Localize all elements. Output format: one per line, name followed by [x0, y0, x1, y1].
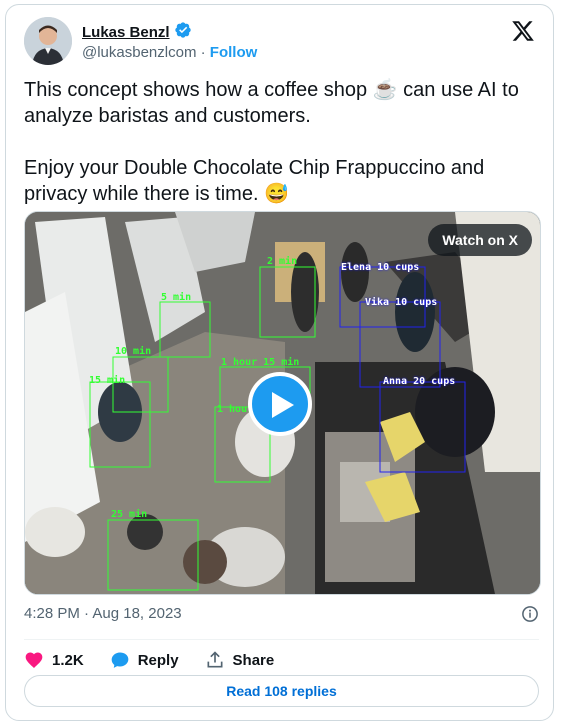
detection-label: Anna 20 cups: [383, 376, 456, 387]
separator-dot: ·: [84, 605, 90, 622]
reply-icon: [111, 652, 129, 668]
read-replies-button[interactable]: Read 108 replies: [24, 675, 539, 707]
video-player[interactable]: 2 min 5 min 10 min 15 min 1 hour 15 min …: [24, 211, 541, 595]
play-icon: [272, 392, 294, 418]
avatar[interactable]: [24, 17, 72, 65]
detection-label: 10 min: [115, 346, 152, 357]
author-handle[interactable]: @lukasbenzlcom: [82, 44, 196, 61]
like-count: 1.2K: [52, 651, 84, 669]
tweet-time[interactable]: 4:28 PM: [24, 605, 80, 622]
divider: [24, 639, 539, 640]
tweet-card: Lukas Benzl @lukasbenzlcom · Follow This…: [5, 4, 554, 721]
verified-badge-icon: [174, 21, 192, 44]
watch-on-x-button[interactable]: Watch on X: [428, 224, 532, 256]
author-handle-row: @lukasbenzlcom · Follow: [82, 44, 257, 61]
share-button[interactable]: Share: [205, 650, 275, 670]
action-bar: 1.2K Reply Share: [24, 645, 274, 675]
detection-label: Vika 10 cups: [365, 297, 438, 308]
author-name[interactable]: Lukas Benzl: [82, 24, 170, 41]
info-icon[interactable]: [521, 605, 539, 627]
detection-label: 1 hour 15 min: [221, 357, 300, 368]
tweet-date[interactable]: Aug 18, 2023: [92, 605, 181, 622]
tweet-text: This concept shows how a coffee shop ☕ c…: [24, 79, 519, 205]
author-name-row: Lukas Benzl: [82, 21, 192, 44]
heart-icon: [25, 652, 43, 668]
share-icon: [207, 651, 223, 668]
detection-label: 25 min: [111, 509, 148, 520]
separator-dot: ·: [200, 44, 206, 61]
share-label: Share: [232, 651, 275, 669]
follow-button[interactable]: Follow: [210, 44, 258, 61]
x-logo-icon[interactable]: [511, 19, 535, 43]
detection-label: Elena 10 cups: [341, 262, 420, 273]
reply-button[interactable]: Reply: [110, 650, 179, 670]
detection-label: 2 min: [267, 256, 298, 267]
reply-label: Reply: [137, 651, 179, 669]
detection-label: 15 min: [89, 375, 126, 386]
like-button[interactable]: 1.2K: [24, 650, 84, 670]
detection-label: 5 min: [161, 292, 192, 303]
timestamp-row: 4:28 PM · Aug 18, 2023: [24, 605, 539, 622]
play-button[interactable]: [248, 372, 312, 436]
